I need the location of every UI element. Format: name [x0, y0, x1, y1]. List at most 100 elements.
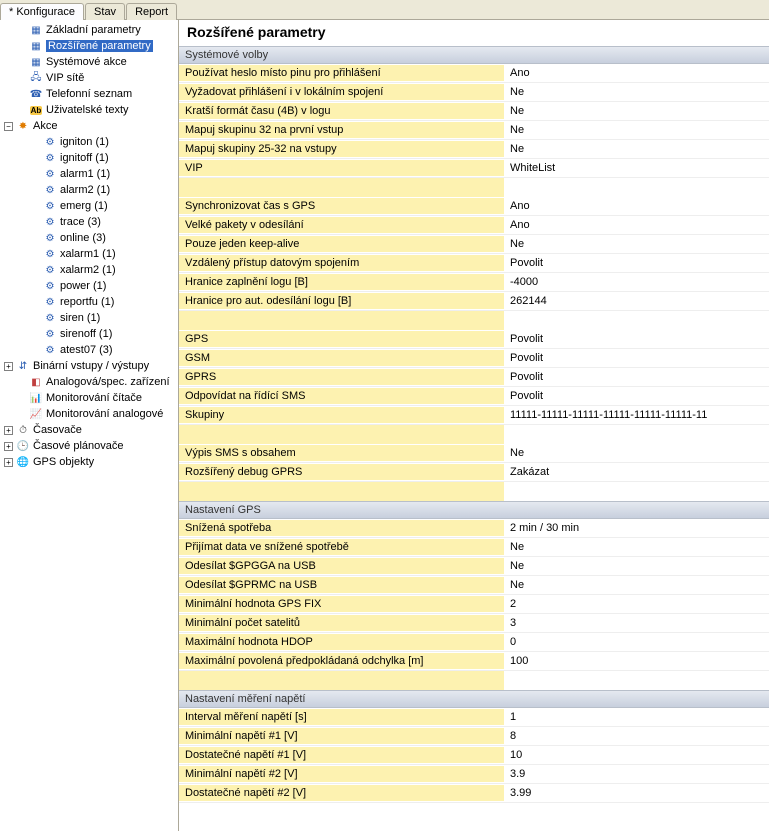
param-value[interactable]: Povolit: [504, 331, 769, 347]
tree-action-atest07[interactable]: ⚙atest07 (3): [0, 342, 178, 358]
param-value[interactable]: 8: [504, 728, 769, 744]
param-value[interactable]: Ne: [504, 236, 769, 252]
param-row[interactable]: Maximální hodnota HDOP0: [179, 633, 769, 652]
param-value[interactable]: -4000: [504, 274, 769, 290]
param-row[interactable]: Maximální povolená předpokládaná odchylk…: [179, 652, 769, 671]
param-row[interactable]: Odpovídat na řídící SMSPovolit: [179, 387, 769, 406]
tree-action-trace[interactable]: ⚙trace (3): [0, 214, 178, 230]
param-value[interactable]: 3.99: [504, 785, 769, 801]
param-row[interactable]: Pouze jeden keep-aliveNe: [179, 235, 769, 254]
tree-action-emerg[interactable]: ⚙emerg (1): [0, 198, 178, 214]
tree-action-igniton[interactable]: ⚙igniton (1): [0, 134, 178, 150]
tree-action-alarm1[interactable]: ⚙alarm1 (1): [0, 166, 178, 182]
tree-action-reportfu[interactable]: ⚙reportfu (1): [0, 294, 178, 310]
param-value[interactable]: Ano: [504, 198, 769, 214]
tree-node-analog[interactable]: ◧Analogová/spec. zařízení: [0, 374, 178, 390]
param-value[interactable]: Povolit: [504, 369, 769, 385]
tree-action-ignitoff[interactable]: ⚙ignitoff (1): [0, 150, 178, 166]
tree-node-actions[interactable]: −✸Akce: [0, 118, 178, 134]
param-value[interactable]: Ne: [504, 103, 769, 119]
expand-icon[interactable]: +: [4, 362, 13, 371]
param-value[interactable]: Ano: [504, 217, 769, 233]
param-row[interactable]: GSMPovolit: [179, 349, 769, 368]
param-value[interactable]: Ne: [504, 445, 769, 461]
param-row[interactable]: Hranice zaplnění logu [B]-4000: [179, 273, 769, 292]
param-value[interactable]: Povolit: [504, 350, 769, 366]
tree-action-xalarm1[interactable]: ⚙xalarm1 (1): [0, 246, 178, 262]
param-row[interactable]: Minimální počet satelitů3: [179, 614, 769, 633]
tree-node-schedulers[interactable]: +🕒Časové plánovače: [0, 438, 178, 454]
param-value[interactable]: 11111-11111-11111-11111-11111-11111-11: [504, 407, 769, 423]
param-value[interactable]: 2: [504, 596, 769, 612]
param-value[interactable]: Ano: [504, 65, 769, 81]
param-value[interactable]: 3.9: [504, 766, 769, 782]
param-row[interactable]: Snížená spotřeba2 min / 30 min: [179, 519, 769, 538]
param-value[interactable]: Povolit: [504, 388, 769, 404]
tab-stav[interactable]: Stav: [85, 3, 125, 20]
param-value[interactable]: WhiteList: [504, 160, 769, 176]
tree-action-online[interactable]: ⚙online (3): [0, 230, 178, 246]
param-row[interactable]: Minimální napětí #1 [V]8: [179, 727, 769, 746]
expand-icon[interactable]: +: [4, 426, 13, 435]
param-value[interactable]: 3: [504, 615, 769, 631]
param-value[interactable]: 262144: [504, 293, 769, 309]
param-row[interactable]: Minimální hodnota GPS FIX2: [179, 595, 769, 614]
param-value[interactable]: Ne: [504, 122, 769, 138]
expand-icon[interactable]: +: [4, 458, 13, 467]
tree-node-gps-objects[interactable]: +🌐GPS objekty: [0, 454, 178, 470]
tree-action-xalarm2[interactable]: ⚙xalarm2 (1): [0, 262, 178, 278]
param-value[interactable]: 10: [504, 747, 769, 763]
param-value[interactable]: Ne: [504, 539, 769, 555]
tree-action-sirenoff[interactable]: ⚙sirenoff (1): [0, 326, 178, 342]
param-value[interactable]: Ne: [504, 84, 769, 100]
param-value[interactable]: Povolit: [504, 255, 769, 271]
param-value[interactable]: 100: [504, 653, 769, 669]
tree-node-timers[interactable]: +⏱Časovače: [0, 422, 178, 438]
param-row[interactable]: Rozšířený debug GPRSZakázat: [179, 463, 769, 482]
tree-node-basic-params[interactable]: ▦Základní parametry: [0, 22, 178, 38]
tree-node-counter-mon[interactable]: 📊Monitorování čítače: [0, 390, 178, 406]
tree-node-phonebook[interactable]: ☎Telefonní seznam: [0, 86, 178, 102]
param-value[interactable]: 1: [504, 709, 769, 725]
param-row[interactable]: Vyžadovat přihlášení i v lokálním spojen…: [179, 83, 769, 102]
param-value[interactable]: Ne: [504, 558, 769, 574]
param-row[interactable]: Mapuj skupinu 32 na první vstupNe: [179, 121, 769, 140]
param-row[interactable]: Kratší formát času (4B) v loguNe: [179, 102, 769, 121]
param-value[interactable]: Ne: [504, 141, 769, 157]
param-row[interactable]: Výpis SMS s obsahemNe: [179, 444, 769, 463]
param-value[interactable]: 2 min / 30 min: [504, 520, 769, 536]
param-value[interactable]: 0: [504, 634, 769, 650]
tree-node-vip[interactable]: 🖧VIP sítě: [0, 70, 178, 86]
param-row[interactable]: Dostatečné napětí #1 [V]10: [179, 746, 769, 765]
tree-action-siren[interactable]: ⚙siren (1): [0, 310, 178, 326]
param-row[interactable]: Interval měření napětí [s]1: [179, 708, 769, 727]
param-row[interactable]: GPSPovolit: [179, 330, 769, 349]
collapse-icon[interactable]: −: [4, 122, 13, 131]
param-row[interactable]: Synchronizovat čas s GPSAno: [179, 197, 769, 216]
tree-node-user-texts[interactable]: AbUživatelské texty: [0, 102, 178, 118]
param-row[interactable]: Hranice pro aut. odesílání logu [B]26214…: [179, 292, 769, 311]
param-value[interactable]: Ne: [504, 577, 769, 593]
tree-node-system-actions[interactable]: ▦Systémové akce: [0, 54, 178, 70]
param-row[interactable]: GPRSPovolit: [179, 368, 769, 387]
param-row[interactable]: Velké pakety v odesíláníAno: [179, 216, 769, 235]
param-row[interactable]: VIPWhiteList: [179, 159, 769, 178]
tree-node-analog-mon[interactable]: 📈Monitorování analogové: [0, 406, 178, 422]
param-row[interactable]: Odesílat $GPRMC na USBNe: [179, 576, 769, 595]
param-value[interactable]: Zakázat: [504, 464, 769, 480]
tree-action-alarm2[interactable]: ⚙alarm2 (1): [0, 182, 178, 198]
param-row[interactable]: Skupiny11111-11111-11111-11111-11111-111…: [179, 406, 769, 425]
tree-node-advanced-params[interactable]: ▦Rozšířené parametry: [0, 38, 178, 54]
tree-action-power[interactable]: ⚙power (1): [0, 278, 178, 294]
tab-report[interactable]: Report: [126, 3, 177, 20]
param-row[interactable]: Odesílat $GPGGA na USBNe: [179, 557, 769, 576]
tab-konfigurace[interactable]: * Konfigurace: [0, 3, 84, 20]
param-row[interactable]: Mapuj skupiny 25-32 na vstupyNe: [179, 140, 769, 159]
param-row[interactable]: Používat heslo místo pinu pro přihlášení…: [179, 64, 769, 83]
param-row[interactable]: Vzdálený přístup datovým spojenímPovolit: [179, 254, 769, 273]
param-row[interactable]: Přijímat data ve snížené spotřeběNe: [179, 538, 769, 557]
expand-icon[interactable]: +: [4, 442, 13, 451]
tree-node-binary-io[interactable]: +⇵Binární vstupy / výstupy: [0, 358, 178, 374]
param-row[interactable]: Dostatečné napětí #2 [V]3.99: [179, 784, 769, 803]
param-row[interactable]: Minimální napětí #2 [V]3.9: [179, 765, 769, 784]
